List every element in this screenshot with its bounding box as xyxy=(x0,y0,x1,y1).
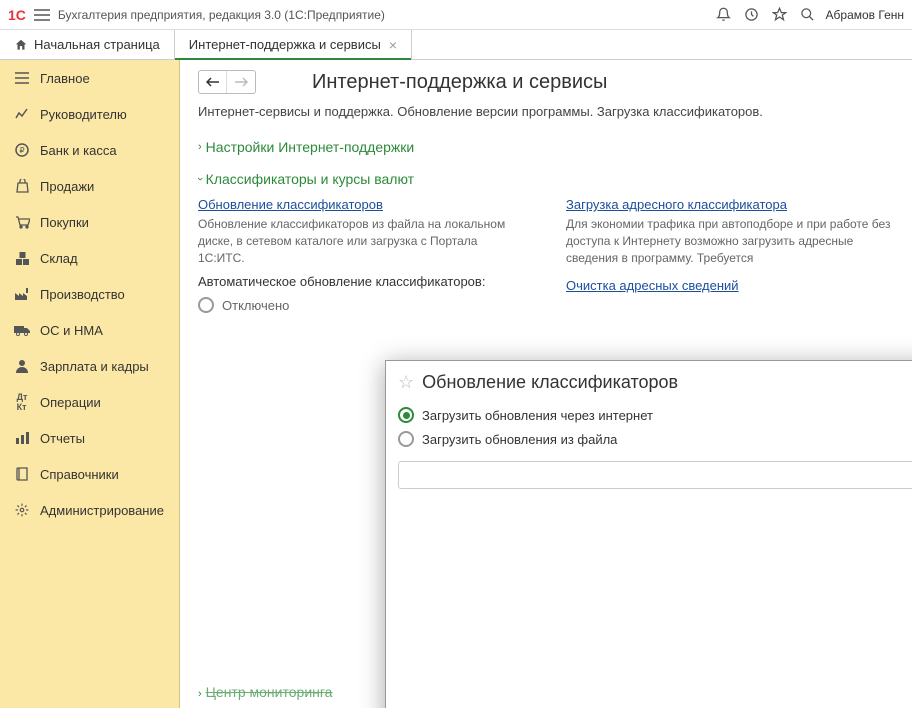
nav-forward-button[interactable] xyxy=(227,71,255,93)
sidebar-item-label: Покупки xyxy=(40,215,89,230)
section-monitoring-peek[interactable]: › Центр мониторинга xyxy=(198,684,332,700)
radio-label: Загрузить обновления через интернет xyxy=(422,408,653,423)
svg-text:₽: ₽ xyxy=(19,146,24,155)
sidebar-item-reports[interactable]: Отчеты xyxy=(0,420,179,456)
chevron-right-icon: › xyxy=(198,688,202,700)
desc-update-classifiers: Обновление классификаторов из файла на л… xyxy=(198,216,526,266)
factory-icon xyxy=(14,286,30,302)
bar-chart-icon xyxy=(14,430,30,446)
section-settings[interactable]: › Настройки Интернет-поддержки xyxy=(180,129,912,161)
sidebar-item-sales[interactable]: Продажи xyxy=(0,168,179,204)
auto-update-label: Автоматическое обновление классификаторо… xyxy=(198,274,526,289)
book-icon xyxy=(14,466,30,482)
boxes-icon xyxy=(14,250,30,266)
modal-update-classifiers: ☆ Обновление классификаторов ⋮ × Загрузи… xyxy=(385,360,912,708)
page-title: Интернет-поддержка и сервисы xyxy=(312,71,607,94)
close-icon[interactable]: × xyxy=(389,37,397,53)
tab-home[interactable]: Начальная страница xyxy=(0,30,175,59)
modal-title: Обновление классификаторов xyxy=(422,372,912,393)
list-icon xyxy=(14,70,30,86)
sidebar-item-purchases[interactable]: Покупки xyxy=(0,204,179,240)
radio-label: Загрузить обновления из файла xyxy=(422,432,617,447)
sidebar-item-label: Производство xyxy=(40,287,125,302)
section-label: Классификаторы и курсы валют xyxy=(206,171,414,187)
tabbar: Начальная страница Интернет-поддержка и … xyxy=(0,30,912,60)
dtkt-icon: ДтКт xyxy=(14,394,30,410)
nav-arrows xyxy=(198,70,256,94)
titlebar: 1C Бухгалтерия предприятия, редакция 3.0… xyxy=(0,0,912,30)
radio-load-internet[interactable] xyxy=(398,407,414,423)
favorite-star-icon[interactable]: ☆ xyxy=(398,372,414,393)
sidebar-item-references[interactable]: Справочники xyxy=(0,456,179,492)
desc-address-classifier: Для экономии трафика при автоподборе и п… xyxy=(566,216,894,266)
sidebar-item-label: ОС и НМА xyxy=(40,323,103,338)
link-clear-address-data[interactable]: Очистка адресных сведений xyxy=(566,278,739,293)
star-icon[interactable] xyxy=(770,5,790,25)
tab-label: Интернет-поддержка и сервисы xyxy=(189,37,381,52)
radio-disabled[interactable] xyxy=(198,297,214,313)
sidebar-item-label: Склад xyxy=(40,251,78,266)
sidebar-item-label: Руководителю xyxy=(40,107,127,122)
person-icon xyxy=(14,358,30,374)
sidebar-item-manager[interactable]: Руководителю xyxy=(0,96,179,132)
content-area: Интернет-поддержка и сервисы Интернет-се… xyxy=(180,60,912,708)
bell-icon[interactable] xyxy=(714,5,734,25)
radio-load-file[interactable] xyxy=(398,431,414,447)
sidebar-item-label: Справочники xyxy=(40,467,119,482)
logo-1c: 1C xyxy=(8,7,26,23)
chart-line-icon xyxy=(14,106,30,122)
gear-icon xyxy=(14,502,30,518)
ruble-icon: ₽ xyxy=(14,142,30,158)
sidebar-item-label: Отчеты xyxy=(40,431,85,446)
sidebar-item-assets[interactable]: ОС и НМА xyxy=(0,312,179,348)
sidebar-item-operations[interactable]: ДтКт Операции xyxy=(0,384,179,420)
sidebar-item-warehouse[interactable]: Склад xyxy=(0,240,179,276)
file-path-input[interactable] xyxy=(398,461,912,489)
sidebar-item-label: Банк и касса xyxy=(40,143,117,158)
sidebar-item-salary[interactable]: Зарплата и кадры xyxy=(0,348,179,384)
truck-icon xyxy=(14,322,30,338)
sidebar-item-label: Операции xyxy=(40,395,101,410)
cart-icon xyxy=(14,214,30,230)
user-name[interactable]: Абрамов Генн xyxy=(826,8,904,22)
sidebar-item-label: Главное xyxy=(40,71,90,86)
history-icon[interactable] xyxy=(742,5,762,25)
hamburger-icon[interactable] xyxy=(34,9,50,21)
sidebar-item-admin[interactable]: Администрирование xyxy=(0,492,179,528)
link-update-classifiers[interactable]: Обновление классификаторов xyxy=(198,197,383,212)
section-classifiers[interactable]: › Классификаторы и курсы валют xyxy=(180,161,912,193)
tab-home-label: Начальная страница xyxy=(34,37,160,52)
sidebar-item-bank[interactable]: ₽ Банк и касса xyxy=(0,132,179,168)
sidebar-item-label: Администрирование xyxy=(40,503,164,518)
search-icon[interactable] xyxy=(798,5,818,25)
chevron-right-icon: › xyxy=(198,141,202,153)
sidebar-item-production[interactable]: Производство xyxy=(0,276,179,312)
radio-label: Отключено xyxy=(222,298,289,313)
sidebar: Главное Руководителю ₽ Банк и касса Прод… xyxy=(0,60,180,708)
sidebar-item-main[interactable]: Главное xyxy=(0,60,179,96)
chevron-down-icon: › xyxy=(194,177,206,181)
link-load-address-classifier[interactable]: Загрузка адресного классификатора xyxy=(566,197,787,212)
sidebar-item-label: Продажи xyxy=(40,179,94,194)
bag-icon xyxy=(14,178,30,194)
sidebar-item-label: Зарплата и кадры xyxy=(40,359,149,374)
tab-internet-support[interactable]: Интернет-поддержка и сервисы × xyxy=(175,30,412,59)
section-label: Настройки Интернет-поддержки xyxy=(206,139,415,155)
nav-back-button[interactable] xyxy=(199,71,227,93)
page-subtitle: Интернет-сервисы и поддержка. Обновление… xyxy=(180,104,912,129)
app-title: Бухгалтерия предприятия, редакция 3.0 (1… xyxy=(58,8,385,22)
